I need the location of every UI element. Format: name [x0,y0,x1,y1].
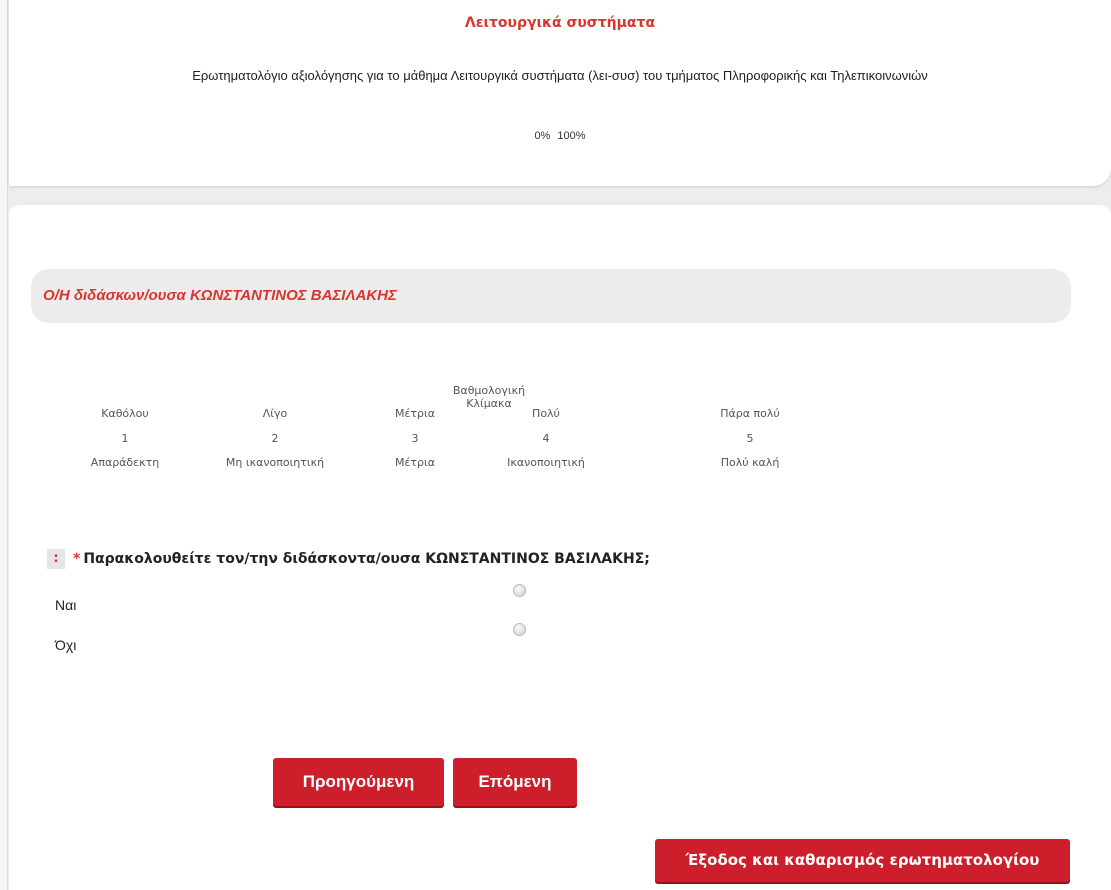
scale-label: Καθόλου [101,407,149,420]
group-header: Ο/Η διδάσκων/ουσα ΚΩΝΣΤΑΝΤΙΝΟΣ ΒΑΣΙΛΑΚΗΣ [31,269,1071,323]
required-mark: * [73,551,81,567]
scale-description: Μη ικανοποιητική [225,456,325,469]
survey-title: Λειτουργικά συστήματα [464,15,656,31]
previous-button[interactable]: Προηγούμενη [273,758,444,806]
group-title: Ο/Η διδάσκων/ουσα ΚΩΝΣΤΑΝΤΙΝΟΣ ΒΑΣΙΛΑΚΗΣ [43,287,397,304]
question-text: Παρακολουθείτε τον/την διδάσκοντα/ουσα Κ… [83,551,650,567]
scale-number: 1 [121,432,129,445]
option-label-no: Όχι [55,637,77,653]
scale-description: Μέτρια [394,456,435,469]
scale-label: Πολύ [532,407,560,420]
scale-number: 5 [746,432,754,445]
progress-start: 0% [534,130,551,142]
survey-description: Ερωτηματολόγιο αξιολόγησης για το μάθημα… [192,68,928,83]
progress-end: 100% [557,130,586,142]
radio-yes[interactable] [513,584,526,597]
left-edge [0,0,8,890]
next-button[interactable]: Επόμενη [453,758,577,806]
exit-and-clear-button[interactable]: Έξοδος και καθαρισμός ερωτηματολογίου [655,839,1070,882]
scale-description: Ικανοποιητική [507,456,585,469]
scale-description: Πολύ καλή [720,456,780,469]
scale-label: Μέτρια [394,407,435,420]
question-row: : * Παρακολουθείτε τον/την διδάσκοντα/ου… [47,549,650,569]
scale-label: Πάρα πολύ [720,407,780,420]
progress-indicator: 0% 100% [9,130,1111,142]
scale-number: 2 [271,432,279,445]
option-label-yes: Ναι [55,597,77,613]
scale-number: 3 [411,432,419,445]
scale-description: Απαράδεκτη [90,456,160,469]
scale-number: 4 [542,432,550,445]
question-marker: : [47,549,65,569]
scale-label: Λίγο [262,407,288,420]
question-panel: Ο/Η διδάσκων/ουσα ΚΩΝΣΤΑΝΤΙΝΟΣ ΒΑΣΙΛΑΚΗΣ… [9,205,1111,890]
radio-no[interactable] [513,623,526,636]
survey-header: Λειτουργικά συστήματα Ερωτηματολόγιο αξι… [9,0,1111,186]
